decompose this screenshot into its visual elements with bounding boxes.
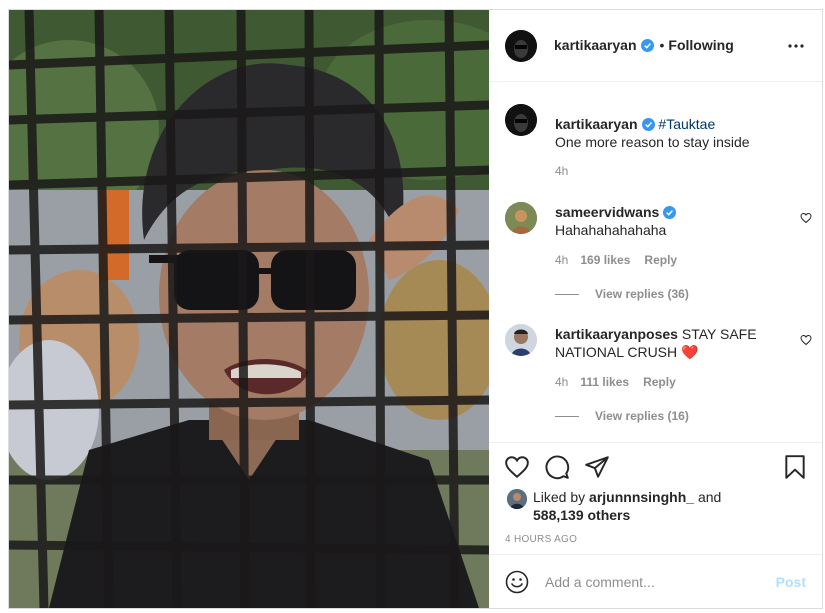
post-image	[9, 10, 489, 608]
comment-username[interactable]: sameervidwans	[555, 204, 659, 220]
liked-by-and: and	[697, 489, 722, 505]
liked-by-prefix: Liked by	[533, 489, 586, 505]
reply-button[interactable]: Reply	[643, 375, 676, 389]
share-icon[interactable]	[584, 454, 610, 480]
bookmark-icon[interactable]	[782, 454, 808, 480]
comment-meta: 4h 169 likes Reply	[555, 253, 677, 267]
comment-input[interactable]	[545, 569, 765, 595]
post-timestamp[interactable]: 4 HOURS AGO	[505, 534, 577, 545]
verified-badge-icon	[640, 39, 654, 52]
comment-avatar[interactable]	[505, 324, 537, 356]
more-options-icon[interactable]	[786, 36, 806, 56]
view-replies-label: View replies (36)	[595, 287, 689, 301]
replies-divider	[555, 294, 579, 296]
comments-list: kartikaaryan #Tauktae One more reason to…	[489, 82, 822, 442]
author-username[interactable]: kartikaaryan	[554, 37, 637, 53]
caption-time[interactable]: 4h	[555, 164, 568, 178]
comment-time[interactable]: 4h	[555, 375, 568, 389]
like-comment-heart-icon[interactable]	[800, 212, 812, 224]
reply-button[interactable]: Reply	[644, 253, 677, 267]
caption-hashtag[interactable]: #Tauktae	[658, 116, 715, 132]
comment-username[interactable]: kartikaaryanposes	[555, 326, 678, 342]
author-avatar[interactable]	[505, 30, 537, 62]
separator-dot: •	[659, 37, 665, 53]
post-actions: Liked by arjunnnsinghh_ and 588,139 othe…	[489, 442, 822, 554]
like-comment-heart-icon[interactable]	[800, 334, 812, 346]
comment-meta: 4h 111 likes Reply	[555, 375, 676, 389]
replies-divider	[555, 416, 579, 418]
post-details: kartikaaryan • Following kartikaaryan #Tau…	[489, 10, 822, 608]
comment-item: kartikaaryanposes STAY SAFE NATIONAL CRU…	[555, 325, 795, 361]
liked-by: Liked by arjunnnsinghh_ and 588,139 othe…	[533, 488, 721, 524]
comment-likes[interactable]: 111 likes	[580, 375, 629, 389]
caption: kartikaaryan #Tauktae One more reason to…	[555, 115, 795, 151]
liked-by-user[interactable]: arjunnnsinghh_	[589, 489, 694, 505]
likes-count[interactable]: 588,139 others	[533, 507, 630, 523]
comment-item: sameervidwans Hahahahahahaha	[555, 203, 795, 239]
post-photo[interactable]	[9, 10, 489, 608]
author-line: kartikaaryan • Following	[554, 37, 734, 53]
verified-badge-icon	[663, 206, 677, 219]
caption-username[interactable]: kartikaaryan	[555, 116, 638, 132]
view-replies-button[interactable]: View replies (36)	[555, 287, 689, 301]
view-replies-label: View replies (16)	[595, 409, 689, 423]
comment-text: Hahahahahahaha	[555, 222, 667, 238]
caption-text: One more reason to stay inside	[555, 134, 750, 150]
caption-meta: 4h	[555, 164, 568, 178]
comment-avatar[interactable]	[505, 202, 537, 234]
post-modal: kartikaaryan • Following kartikaaryan #Tau…	[8, 9, 823, 609]
liker-avatar[interactable]	[507, 489, 527, 509]
comment-time[interactable]: 4h	[555, 253, 568, 267]
comment-likes[interactable]: 169 likes	[580, 253, 630, 267]
comment-icon[interactable]	[544, 454, 570, 480]
post-header: kartikaaryan • Following	[489, 10, 822, 82]
view-replies-button[interactable]: View replies (16)	[555, 409, 689, 423]
add-comment-bar: Post	[489, 554, 822, 608]
emoji-icon[interactable]	[505, 570, 529, 594]
following-button[interactable]: Following	[668, 37, 733, 53]
verified-badge-icon	[641, 118, 655, 131]
post-button[interactable]: Post	[776, 574, 806, 590]
heart-icon[interactable]	[504, 454, 530, 480]
caption-avatar[interactable]	[505, 104, 537, 136]
